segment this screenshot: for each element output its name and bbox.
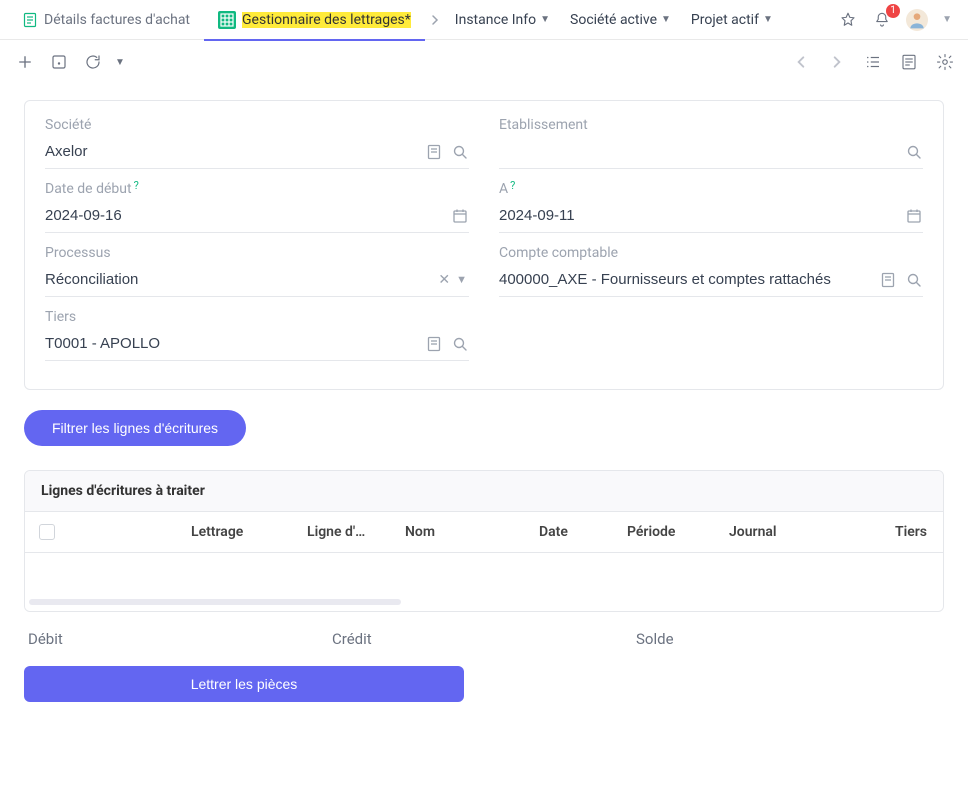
process-select[interactable]: [45, 267, 438, 292]
partner-input[interactable]: [45, 331, 425, 356]
menu-label: Société active: [570, 12, 657, 28]
table-header-lettrage[interactable]: Lettrage: [183, 514, 299, 550]
help-icon[interactable]: ?: [134, 179, 139, 192]
user-avatar[interactable]: [906, 9, 928, 31]
date-from-input[interactable]: [45, 203, 451, 228]
table-header-journal[interactable]: Journal: [721, 514, 853, 550]
section-title: Lignes d'écritures à traiter: [25, 471, 943, 512]
help-icon[interactable]: ?: [510, 179, 515, 192]
save-button[interactable]: [42, 45, 76, 79]
company-input[interactable]: [45, 139, 425, 164]
horizontal-scrollbar[interactable]: [29, 599, 401, 605]
grid-icon: [218, 11, 236, 29]
table-header-blank: [69, 522, 133, 542]
clear-icon[interactable]: ✕: [438, 272, 450, 288]
partner-label: Tiers: [45, 309, 469, 325]
search-icon[interactable]: [905, 271, 923, 289]
open-record-icon[interactable]: [425, 143, 443, 161]
favorite-star-icon[interactable]: [838, 10, 858, 30]
table-header-date[interactable]: Date: [531, 514, 619, 550]
form-icon: [22, 12, 38, 28]
calendar-icon[interactable]: [451, 207, 469, 225]
date-to-input[interactable]: [499, 203, 905, 228]
open-record-icon[interactable]: [879, 271, 897, 289]
more-actions-dropdown[interactable]: ▼: [110, 45, 130, 79]
settings-button[interactable]: [930, 47, 960, 77]
dropdown-caret-icon[interactable]: ▼: [456, 273, 467, 286]
menu-label: Instance Info: [455, 12, 536, 28]
list-view-button[interactable]: [858, 47, 888, 77]
establishment-input[interactable]: [499, 139, 905, 164]
notifications-button[interactable]: 1: [872, 10, 892, 30]
account-input[interactable]: [499, 267, 879, 292]
total-debit-label: Débit: [28, 630, 332, 648]
table-header-nom[interactable]: Nom: [397, 514, 531, 550]
date-from-label: Date de début: [45, 181, 132, 197]
new-record-button[interactable]: [8, 45, 42, 79]
table-body-empty: [25, 553, 943, 611]
process-label: Processus: [45, 245, 469, 261]
reconcile-button[interactable]: Lettrer les pièces: [24, 666, 464, 702]
total-credit-label: Crédit: [332, 630, 636, 648]
notification-badge: 1: [886, 4, 900, 18]
filter-lines-button[interactable]: Filtrer les lignes d'écritures: [24, 410, 246, 446]
menu-active-company[interactable]: Société active ▼: [560, 0, 681, 40]
entry-lines-section: Lignes d'écritures à traiter Lettrage Li…: [24, 470, 944, 612]
refresh-button[interactable]: [76, 45, 110, 79]
table-header-tiers[interactable]: Tiers: [853, 514, 943, 550]
table-header-blank: [133, 522, 183, 542]
table-header-ligne[interactable]: Ligne d'…: [299, 514, 397, 550]
caret-down-icon: ▼: [661, 14, 671, 25]
tab-reconcile-manager[interactable]: Gestionnaire des lettrages*: [204, 0, 425, 40]
caret-down-icon: ▼: [763, 14, 773, 25]
select-all-checkbox[interactable]: [39, 524, 55, 540]
search-icon[interactable]: [451, 335, 469, 353]
prev-record-button[interactable]: [786, 47, 816, 77]
account-label: Compte comptable: [499, 245, 923, 261]
menu-instance-info[interactable]: Instance Info ▼: [445, 0, 560, 40]
tab-label: Gestionnaire des lettrages*: [242, 12, 411, 28]
form-view-button[interactable]: [894, 47, 924, 77]
company-label: Société: [45, 117, 469, 133]
date-to-label: A: [499, 181, 508, 197]
table-header-periode[interactable]: Période: [619, 514, 721, 550]
establishment-label: Etablissement: [499, 117, 923, 133]
total-balance-label: Solde: [636, 630, 940, 648]
tab-label: Détails factures d'achat: [44, 12, 190, 28]
open-record-icon[interactable]: [425, 335, 443, 353]
calendar-icon[interactable]: [905, 207, 923, 225]
tabs-overflow-icon[interactable]: [425, 14, 445, 26]
search-icon[interactable]: [451, 143, 469, 161]
user-menu-caret-icon[interactable]: ▼: [942, 14, 952, 25]
filter-form-card: Société Etablissement: [24, 100, 944, 390]
caret-down-icon: ▼: [540, 14, 550, 25]
menu-label: Projet actif: [691, 12, 759, 28]
tab-purchase-invoice-details[interactable]: Détails factures d'achat: [8, 0, 204, 40]
next-record-button[interactable]: [822, 47, 852, 77]
search-icon[interactable]: [905, 143, 923, 161]
menu-active-project[interactable]: Projet actif ▼: [681, 0, 783, 40]
table-header-row: Lettrage Ligne d'… Nom Date Période Jour…: [25, 512, 943, 553]
